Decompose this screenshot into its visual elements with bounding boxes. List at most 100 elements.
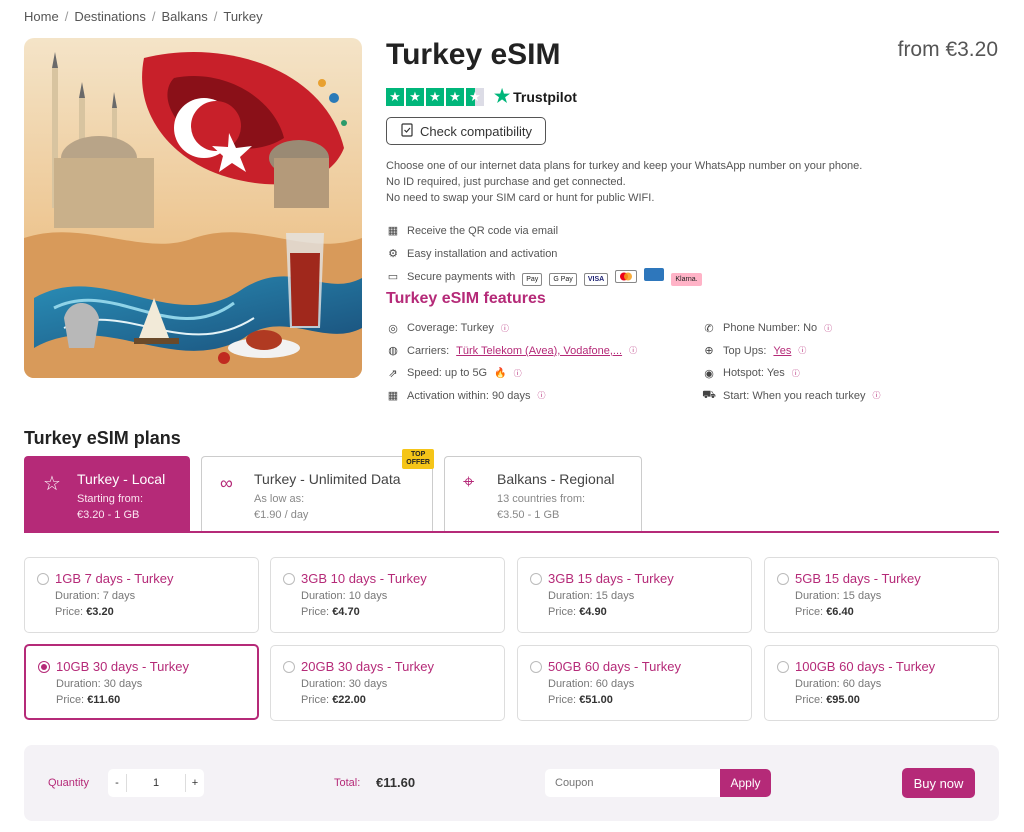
info-icon[interactable]: ⓘ xyxy=(798,345,806,356)
feature-label: Speed: up to 5G xyxy=(407,367,488,380)
mastercard-icon xyxy=(615,269,638,283)
plan-card-10gb-30d[interactable]: 10GB 30 days - Turkey Duration: 30 days … xyxy=(24,644,259,720)
buy-now-button[interactable]: Buy now xyxy=(902,768,975,798)
price-label: Price: xyxy=(56,694,88,706)
feature-label: Carriers: xyxy=(407,344,450,357)
price-value: €95.00 xyxy=(826,694,860,706)
tab-sub-line: Starting from: xyxy=(77,493,144,505)
radio-button[interactable] xyxy=(283,573,295,585)
plan-price: Price: €3.20 xyxy=(55,606,114,618)
decrement-button[interactable]: - xyxy=(108,777,126,789)
trustpilot-logo: ★ Trustpilot xyxy=(494,86,577,107)
radio-button-selected[interactable] xyxy=(38,661,50,673)
plan-card-1gb-7d[interactable]: 1GB 7 days - Turkey Duration: 7 days Pri… xyxy=(24,557,259,633)
plan-card-5gb-15d[interactable]: 5GB 15 days - Turkey Duration: 15 days P… xyxy=(764,557,999,633)
plan-name: 20GB 30 days - Turkey xyxy=(301,659,434,674)
plan-card-3gb-15d[interactable]: 3GB 15 days - Turkey Duration: 15 days P… xyxy=(517,557,752,633)
star-outline-icon: ☆ xyxy=(43,473,61,495)
info-icon[interactable]: ⓘ xyxy=(629,345,637,356)
location-pin-icon: ⌖ xyxy=(463,471,475,493)
secure-card-icon: ▭ xyxy=(387,271,399,283)
fire-icon: 🔥 xyxy=(494,367,507,379)
plan-duration: Duration: 10 days xyxy=(301,590,388,602)
radio-button[interactable] xyxy=(777,661,789,673)
feature-coverage: ◎ Coverage: Turkey ⓘ xyxy=(386,317,637,340)
tab-sub-line: As low as: xyxy=(254,493,305,505)
globe-icon: ◎ xyxy=(388,322,398,335)
price-label: Price: xyxy=(795,606,827,618)
feature-label: Coverage: Turkey xyxy=(407,322,494,335)
breadcrumb: Home / Destinations / Balkans / Turkey xyxy=(24,9,263,24)
radio-button[interactable] xyxy=(530,573,542,585)
plan-card-20gb-30d[interactable]: 20GB 30 days - Turkey Duration: 30 days … xyxy=(270,645,505,721)
features-right: ✆ Phone Number: No ⓘ ⊕ Top Ups: Yes ⓘ ◉ … xyxy=(702,317,880,407)
info-icon[interactable]: ⓘ xyxy=(824,323,832,334)
price-value: €51.00 xyxy=(579,694,613,706)
radio-button[interactable] xyxy=(37,573,49,585)
check-compatibility-button[interactable]: Check compatibility xyxy=(386,117,546,145)
total-label: Total: xyxy=(334,777,361,789)
price-value: €4.90 xyxy=(579,606,607,618)
payment-methods: Pay G Pay VISA Klarna. xyxy=(522,267,705,286)
radio-button[interactable] xyxy=(777,573,789,585)
radio-button[interactable] xyxy=(283,661,295,673)
plan-card-3gb-10d[interactable]: 3GB 10 days - Turkey Duration: 10 days P… xyxy=(270,557,505,633)
info-icon[interactable]: ⓘ xyxy=(538,390,546,401)
tab-sub-line: €1.90 / day xyxy=(254,509,309,521)
plan-name: 1GB 7 days - Turkey xyxy=(55,571,174,586)
tab-sub-line: 13 countries from: xyxy=(497,493,586,505)
trustpilot-label: Trustpilot xyxy=(513,88,577,105)
feature-label: Hotspot: Yes xyxy=(723,367,785,380)
benefit-item: ▦ Receive the QR code via email xyxy=(386,219,706,242)
plans-title: Turkey eSIM plans xyxy=(24,428,181,448)
plan-card-100gb-60d[interactable]: 100GB 60 days - Turkey Duration: 60 days… xyxy=(764,645,999,721)
checklist-icon xyxy=(400,122,414,140)
apply-coupon-button[interactable]: Apply xyxy=(720,769,771,797)
topups-link[interactable]: Yes xyxy=(773,345,791,357)
quantity-input[interactable]: 1 xyxy=(126,774,186,792)
rating-stars: ★ ★ ★ ★ ★ xyxy=(386,87,484,106)
tab-balkans-regional[interactable]: ⌖ Balkans - Regional 13 countries from: … xyxy=(444,456,642,532)
radio-button[interactable] xyxy=(530,661,542,673)
feature-hotspot: ◉ Hotspot: Yes ⓘ xyxy=(702,362,880,385)
benefit-text: Easy installation and activation xyxy=(407,247,558,260)
price-value: €6.40 xyxy=(826,606,854,618)
top-offer-badge: TOP OFFER xyxy=(402,449,434,469)
feature-label: Top Ups: xyxy=(723,344,767,357)
info-icon[interactable]: ⓘ xyxy=(792,368,800,379)
start-icon: ⛟ xyxy=(702,388,716,401)
calendar-icon: ▦ xyxy=(387,390,399,403)
increment-button[interactable]: + xyxy=(186,777,204,789)
settings-icon: ⚙ xyxy=(388,248,398,260)
plan-name: 3GB 10 days - Turkey xyxy=(301,571,427,586)
check-compatibility-label: Check compatibility xyxy=(420,123,532,139)
plan-name: 10GB 30 days - Turkey xyxy=(56,659,189,674)
breadcrumb-destinations[interactable]: Destinations xyxy=(74,9,146,24)
price-label: Price: xyxy=(548,606,580,618)
info-icon[interactable]: ⓘ xyxy=(501,323,509,334)
tab-turkey-unlimited[interactable]: ∞ Turkey - Unlimited Data As low as: €1.… xyxy=(201,449,434,532)
breadcrumb-current: Turkey xyxy=(223,9,263,24)
star-icon: ★ xyxy=(406,87,424,106)
price-label: Price: xyxy=(301,694,333,706)
plan-price: Price: €6.40 xyxy=(795,606,854,618)
plan-duration: Duration: 60 days xyxy=(548,678,635,690)
coupon-input[interactable] xyxy=(545,769,720,797)
product-image xyxy=(24,38,362,378)
plan-card-50gb-60d[interactable]: 50GB 60 days - Turkey Duration: 60 days … xyxy=(517,645,752,721)
trustpilot-rating[interactable]: ★ ★ ★ ★ ★ ★ Trustpilot xyxy=(386,86,577,107)
speed-icon: ⇗ xyxy=(388,367,398,380)
tab-turkey-local[interactable]: ☆ Turkey - Local Starting from: €3.20 - … xyxy=(24,456,190,532)
breadcrumb-home[interactable]: Home xyxy=(24,9,59,24)
carrier-icon: ◍ xyxy=(388,345,398,358)
tab-subtitle: As low as: €1.90 / day xyxy=(254,491,308,523)
breadcrumb-balkans[interactable]: Balkans xyxy=(161,9,207,24)
feature-label: Start: When you reach turkey xyxy=(723,389,866,402)
half-star-icon: ★ xyxy=(466,87,484,106)
carriers-link[interactable]: Türk Telekom (Avea), Vodafone,... xyxy=(456,345,622,357)
info-icon[interactable]: ⓘ xyxy=(514,368,522,379)
tab-subtitle: 13 countries from: €3.50 - 1 GB xyxy=(497,491,585,523)
description-line: No ID required, just purchase and get co… xyxy=(386,176,626,188)
info-icon[interactable]: ⓘ xyxy=(872,390,880,401)
plan-duration: Duration: 60 days xyxy=(795,678,882,690)
